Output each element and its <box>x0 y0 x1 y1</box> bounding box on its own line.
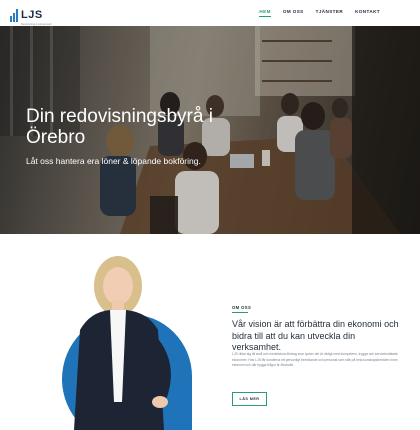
site-header: LJS Redovisning & Lönekonsult HEM OM OSS… <box>0 0 420 26</box>
hero-title: Din redovisningsbyrå i Örebro <box>26 106 213 148</box>
logo-name: LJS <box>21 9 43 21</box>
read-more-button[interactable]: LÄS MER <box>232 392 267 406</box>
about-kicker: OM OSS <box>232 305 252 310</box>
about-body: LJS riktar sig till små och medelstora f… <box>232 352 398 368</box>
hero-section: Din redovisningsbyrå i Örebro Låt oss ha… <box>0 26 420 234</box>
kicker-divider <box>232 312 248 313</box>
portrait-photo <box>74 256 171 430</box>
nav-item-tjanster[interactable]: TJÄNSTER <box>316 9 343 14</box>
nav-item-kontakt[interactable]: KONTAKT <box>355 9 380 14</box>
logo[interactable]: LJS Redovisning & Lönekonsult <box>10 5 51 26</box>
nav-item-hem[interactable]: HEM <box>259 9 272 17</box>
main-nav: HEM OM OSS TJÄNSTER KONTAKT <box>247 9 380 17</box>
logo-bars-icon <box>10 9 19 22</box>
about-title: Vår vision är att förbättra din ekonomi … <box>232 319 399 352</box>
hero-subtitle: Låt oss hantera era löner & löpande bokf… <box>26 156 201 166</box>
about-section: OM OSS Vår vision är att förbättra din e… <box>0 234 420 430</box>
nav-item-om-oss[interactable]: OM OSS <box>283 9 304 14</box>
